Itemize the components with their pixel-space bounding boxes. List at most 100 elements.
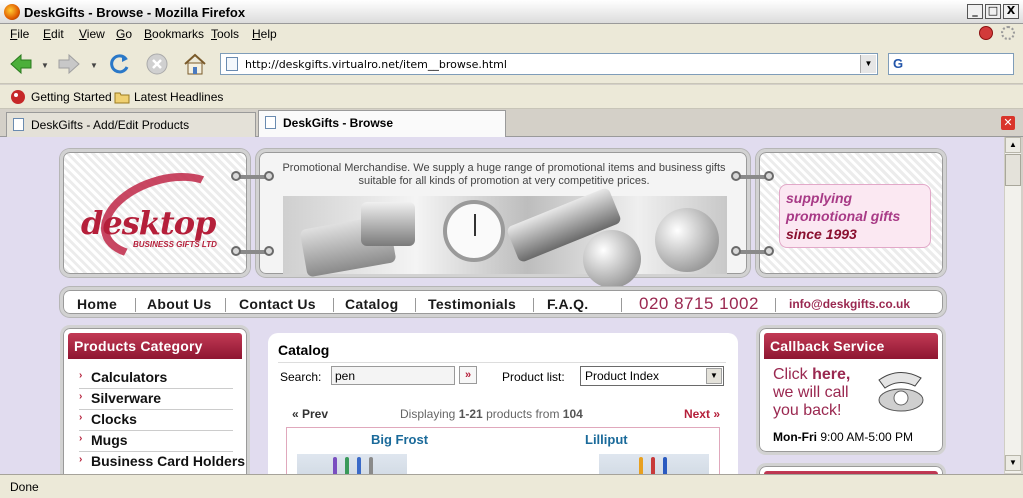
email-link[interactable]: info@deskgifts.co.uk xyxy=(789,297,910,311)
pen-image xyxy=(369,457,373,474)
scroll-up-arrow-icon[interactable]: ▲ xyxy=(1005,137,1021,153)
getting-started-icon xyxy=(11,90,25,104)
forward-arrow-icon[interactable] xyxy=(56,51,82,77)
vertical-scrollbar[interactable]: ▲ ▼ xyxy=(1004,137,1021,473)
url-text[interactable]: http://deskgifts.virtualro.net/item__bro… xyxy=(245,58,507,71)
telephone-icon xyxy=(878,372,924,412)
category-label: Silverware xyxy=(91,390,162,406)
chevron-right-icon: › xyxy=(79,370,83,381)
menu-go-accel: G xyxy=(116,27,126,41)
phone-number: 020 8715 1002 xyxy=(639,294,759,313)
product-name-lilliput[interactable]: Lilliput xyxy=(585,432,628,447)
folder-icon xyxy=(114,92,130,104)
tab-page-icon xyxy=(13,118,24,131)
nav-contact-us[interactable]: Contact Us xyxy=(239,296,316,312)
throbber-icon xyxy=(1001,26,1015,40)
callback-service-panel: Callback Service Click here, we will cal… xyxy=(756,325,946,455)
navigation-toolbar: ▼ ▼ http://deskgifts.virtualro.net/item_… xyxy=(0,44,1023,84)
nav-catalog[interactable]: Catalog xyxy=(345,296,398,312)
scroll-thumb[interactable] xyxy=(1005,154,1021,186)
next-page-link[interactable]: Next » xyxy=(684,407,720,421)
menu-help-label: elp xyxy=(260,27,277,41)
bookmark-getting-started[interactable]: Getting Started xyxy=(31,90,112,104)
slogan-line-1: supplying xyxy=(786,190,853,206)
search-input[interactable] xyxy=(331,366,455,385)
home-icon[interactable] xyxy=(182,51,208,77)
category-calculators[interactable]: › Calculators xyxy=(79,368,233,389)
reload-icon[interactable] xyxy=(106,51,132,77)
status-bar: Done xyxy=(0,474,1023,498)
menu-view[interactable]: View xyxy=(79,27,105,41)
status-text: Done xyxy=(10,480,39,494)
menu-view-label: iew xyxy=(86,27,105,41)
nav-separator xyxy=(333,298,334,312)
maximize-button[interactable]: □ xyxy=(985,4,1001,19)
back-arrow-icon[interactable] xyxy=(8,51,34,77)
slogan-line-2: promotional gifts xyxy=(786,208,901,224)
product-name-big-frost[interactable]: Big Frost xyxy=(371,432,428,447)
bookmark-latest-headlines[interactable]: Latest Headlines xyxy=(134,90,223,104)
menu-help-accel: H xyxy=(252,27,261,41)
product-list-label: Product list: xyxy=(502,370,565,384)
menu-tools[interactable]: Tools xyxy=(211,27,239,41)
binder-ring xyxy=(231,246,241,256)
category-business-card-holders[interactable]: › Business Card Holders xyxy=(79,452,245,473)
callback-hours: Mon-Fri 9:00 AM-5:00 PM xyxy=(773,430,913,444)
wall-clock-image xyxy=(443,200,505,262)
menu-help[interactable]: Help xyxy=(252,27,277,41)
tab-browse[interactable]: DeskGifts - Browse xyxy=(258,110,506,138)
forward-history-dropdown-icon[interactable]: ▼ xyxy=(90,61,98,70)
pen-image xyxy=(663,457,667,474)
menu-bookmarks-accel: B xyxy=(144,27,153,41)
speaker-ball-image xyxy=(583,230,641,288)
pen-image xyxy=(639,457,643,474)
results-range: 1-21 xyxy=(458,407,483,421)
menu-edit[interactable]: Edit xyxy=(43,27,64,41)
callback-line-2: we will call xyxy=(773,384,849,401)
menu-bar: File Edit View Go Bookmarks Tools Help xyxy=(0,24,1023,44)
nav-separator xyxy=(621,298,622,312)
search-engine-box[interactable]: G xyxy=(888,53,1014,75)
close-tab-icon[interactable]: ✕ xyxy=(1001,116,1015,130)
chevron-down-icon[interactable]: ▼ xyxy=(706,368,722,384)
category-clocks[interactable]: › Clocks xyxy=(79,410,233,431)
url-bar[interactable]: http://deskgifts.virtualro.net/item__bro… xyxy=(220,53,878,75)
close-window-button[interactable]: X xyxy=(1003,4,1019,19)
minimize-button[interactable]: _ xyxy=(967,4,983,19)
firefox-icon xyxy=(4,4,20,20)
google-icon[interactable]: G xyxy=(893,56,903,71)
callback-time: 9:00 AM-5:00 PM xyxy=(820,430,914,444)
menu-go[interactable]: Go xyxy=(116,27,132,41)
bookmarks-toolbar: Getting Started Latest Headlines xyxy=(0,85,1023,109)
stop-icon[interactable] xyxy=(144,51,170,77)
back-history-dropdown-icon[interactable]: ▼ xyxy=(41,61,49,70)
catalog-title: Catalog xyxy=(278,342,330,358)
product-list-select[interactable]: Product Index ▼ xyxy=(580,366,724,386)
pagination: « Prev Displaying 1-21 products from 104… xyxy=(278,405,726,425)
menu-edit-accel: E xyxy=(43,27,52,41)
callback-here-link[interactable]: here, xyxy=(812,366,850,383)
pen-image xyxy=(333,457,337,474)
site-logo[interactable]: desktop xyxy=(81,204,216,242)
product-image-lilliput[interactable] xyxy=(599,454,709,474)
search-go-button[interactable]: » xyxy=(459,366,477,384)
menu-bookmarks[interactable]: Bookmarks xyxy=(144,27,204,41)
chevron-right-icon: › xyxy=(79,391,83,402)
category-mugs[interactable]: › Mugs xyxy=(79,431,233,452)
menu-bookmarks-label: ookmarks xyxy=(152,27,205,41)
nav-testimonials[interactable]: Testimonials xyxy=(428,296,516,312)
url-history-dropdown-icon[interactable]: ▼ xyxy=(860,55,876,73)
nav-about-us[interactable]: About Us xyxy=(147,296,212,312)
tab-add-edit-products[interactable]: DeskGifts - Add/Edit Products xyxy=(6,112,256,137)
menu-view-accel: V xyxy=(79,27,87,41)
category-silverware[interactable]: › Silverware xyxy=(79,389,233,410)
menu-file[interactable]: File xyxy=(10,27,29,41)
callback-line-1: Click here, xyxy=(773,366,850,384)
logo-panel: desktop BUSINESS GIFTS LTD xyxy=(60,149,250,277)
product-image-big-frost[interactable] xyxy=(297,454,407,474)
scroll-down-arrow-icon[interactable]: ▼ xyxy=(1005,455,1021,471)
category-label: Business Card Holders xyxy=(91,453,246,469)
prev-page-link[interactable]: « Prev xyxy=(292,407,328,421)
nav-faq[interactable]: F.A.Q. xyxy=(547,296,588,312)
nav-home[interactable]: Home xyxy=(77,296,117,312)
